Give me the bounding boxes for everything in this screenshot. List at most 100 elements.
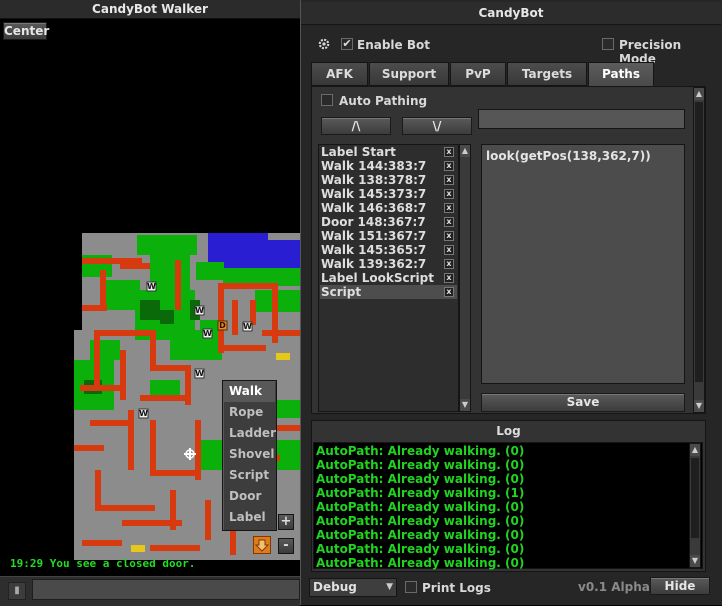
path-list-scrollbar[interactable]: ▲ ▼ xyxy=(459,144,471,412)
path-list-item[interactable]: Walk 151:367:7 x xyxy=(320,229,457,243)
label-input[interactable] xyxy=(478,109,685,129)
map-wall xyxy=(262,330,300,336)
enable-bot-checkbox[interactable]: ✔ xyxy=(341,38,353,50)
log-line: AutoPath: Already walking. (0) xyxy=(316,556,525,570)
map-wall xyxy=(150,420,156,475)
map-wall xyxy=(150,545,200,551)
map-wall xyxy=(195,420,201,480)
remove-item-icon[interactable]: x xyxy=(444,217,454,227)
remove-item-icon[interactable]: x xyxy=(444,259,454,269)
map-water xyxy=(262,240,300,268)
remove-item-icon[interactable]: x xyxy=(444,231,454,241)
log-line: AutoPath: Already walking. (0) xyxy=(316,444,525,458)
hide-button[interactable]: Hide xyxy=(650,577,710,595)
print-logs-checkbox[interactable] xyxy=(405,581,417,593)
chat-icon[interactable]: ▮ xyxy=(8,582,26,600)
floor-down-arrow-icon[interactable] xyxy=(253,536,271,554)
save-button[interactable]: Save xyxy=(481,393,685,412)
move-up-button[interactable]: /\ xyxy=(321,117,391,135)
path-list-item[interactable]: Walk 139:362:7 x xyxy=(320,257,457,271)
scroll-down-icon[interactable]: ▼ xyxy=(460,399,470,411)
scroll-down-icon[interactable]: ▼ xyxy=(694,400,704,412)
center-button[interactable]: Center xyxy=(3,22,49,40)
map-wall xyxy=(205,500,211,540)
walker-window-title: CandyBot Walker xyxy=(0,0,300,19)
path-item-label: Walk 145:373:7 xyxy=(321,187,427,201)
auto-pathing-checkbox[interactable] xyxy=(321,94,333,106)
path-list-item[interactable]: Script x xyxy=(320,285,457,299)
path-list-item[interactable]: Label Start x xyxy=(320,145,457,159)
map-wall xyxy=(232,300,238,335)
svg-text:W: W xyxy=(203,329,212,338)
waypoint-marker[interactable]: W xyxy=(242,321,253,332)
door-marker[interactable]: D xyxy=(217,320,228,331)
scrollbar-thumb[interactable] xyxy=(691,458,699,538)
context-menu-item-door[interactable]: Door xyxy=(224,486,275,507)
remove-item-icon[interactable]: x xyxy=(444,175,454,185)
remove-item-icon[interactable]: x xyxy=(444,189,454,199)
precision-mode-checkbox[interactable] xyxy=(602,38,614,50)
path-list-item[interactable]: Walk 145:373:7 x xyxy=(320,187,457,201)
remove-item-icon[interactable]: x xyxy=(444,287,454,297)
log-line: AutoPath: Already walking. (0) xyxy=(316,472,525,486)
map-grass xyxy=(200,440,222,470)
context-menu-item-label[interactable]: Label xyxy=(224,507,275,528)
tab-targets[interactable]: Targets xyxy=(507,62,587,86)
gear-icon[interactable] xyxy=(317,37,331,51)
map-wall xyxy=(218,283,224,353)
waypoint-marker[interactable]: W xyxy=(194,305,205,316)
remove-item-icon[interactable]: x xyxy=(444,161,454,171)
move-down-button[interactable]: \/ xyxy=(402,117,472,135)
scroll-up-icon[interactable]: ▲ xyxy=(694,88,704,100)
map-wall xyxy=(74,445,104,451)
map-wall xyxy=(150,365,190,371)
path-list-item[interactable]: Label LookScript x xyxy=(320,271,457,285)
waypoint-marker[interactable]: W xyxy=(146,281,157,292)
path-list-item[interactable]: Walk 138:378:7 x xyxy=(320,173,457,187)
waypoint-marker[interactable]: W xyxy=(194,368,205,379)
zoom-in-button[interactable]: + xyxy=(278,514,294,530)
path-list-item[interactable]: Walk 145:365:7 x xyxy=(320,243,457,257)
map-wall xyxy=(122,520,182,526)
path-list-item[interactable]: Walk 144:383:7 x xyxy=(320,159,457,173)
remove-item-icon[interactable]: x xyxy=(444,273,454,283)
log-scrollbar[interactable]: ▲ ▼ xyxy=(689,443,701,568)
tab-paths[interactable]: Paths xyxy=(588,62,654,87)
map-wall xyxy=(80,385,120,391)
scrollbar-thumb[interactable] xyxy=(695,102,703,382)
context-menu-item-ladder[interactable]: Ladder xyxy=(224,423,276,444)
map-grass xyxy=(170,330,202,360)
tab-pvp[interactable]: PvP xyxy=(450,62,506,86)
log-level-select[interactable]: Debug ▼ xyxy=(309,578,397,597)
tab-afk[interactable]: AFK xyxy=(311,62,368,86)
version-label: v0.1 Alpha xyxy=(578,580,650,594)
waypoint-marker[interactable]: W xyxy=(138,408,149,419)
paths-panel-scrollbar[interactable]: ▲ ▼ xyxy=(693,87,705,413)
svg-text:W: W xyxy=(195,369,204,378)
svg-text:D: D xyxy=(219,321,226,330)
map-wall xyxy=(95,470,101,510)
context-menu-item-rope[interactable]: Rope xyxy=(224,402,275,423)
path-item-label: Door 148:367:7 xyxy=(321,215,426,229)
chat-input[interactable] xyxy=(32,579,300,600)
context-menu-item-shovel[interactable]: Shovel xyxy=(224,444,275,465)
path-item-label: Walk 151:367:7 xyxy=(321,229,427,243)
remove-item-icon[interactable]: x xyxy=(444,203,454,213)
map-grass-dark xyxy=(140,300,160,320)
waypoint-marker[interactable]: W xyxy=(202,328,213,339)
context-menu-item-walk[interactable]: Walk xyxy=(224,381,275,402)
remove-item-icon[interactable]: x xyxy=(444,147,454,157)
map-wall xyxy=(100,270,106,310)
context-menu-item-script[interactable]: Script xyxy=(224,465,275,486)
remove-item-icon[interactable]: x xyxy=(444,245,454,255)
script-editor[interactable]: look(getPos(138,362,7)) xyxy=(481,144,685,384)
tab-support[interactable]: Support xyxy=(369,62,449,86)
zoom-out-button[interactable]: - xyxy=(278,538,294,554)
scroll-down-icon[interactable]: ▼ xyxy=(690,555,700,567)
svg-text:W: W xyxy=(243,322,252,331)
path-list-item[interactable]: Walk 146:368:7 x xyxy=(320,201,457,215)
path-item-label: Walk 138:378:7 xyxy=(321,173,427,187)
path-list-item[interactable]: Door 148:367:7 x xyxy=(320,215,457,229)
scroll-up-icon[interactable]: ▲ xyxy=(690,444,700,456)
scroll-up-icon[interactable]: ▲ xyxy=(460,145,470,157)
